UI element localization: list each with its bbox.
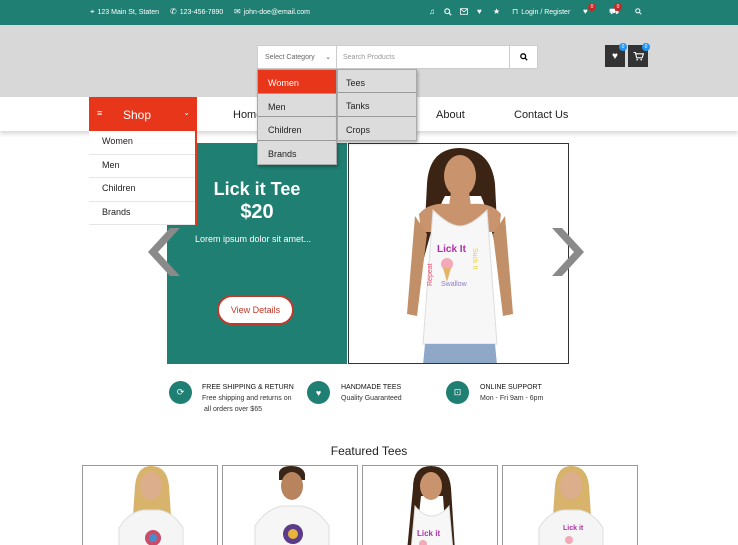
product-image <box>254 466 330 545</box>
top-bar: ⌖ 123 Main St, Staten ✆ 123-456-7890 ✉ j… <box>0 0 738 25</box>
shop-label: Shop <box>123 108 152 122</box>
product-card[interactable]: Lick it <box>362 465 498 545</box>
email-text[interactable]: john-doe@email.com <box>244 9 310 16</box>
wishlist-button[interactable]: ♥ 0 <box>605 43 627 67</box>
svg-text:Suck It: Suck It <box>471 248 478 269</box>
email-info[interactable]: ✉ john-doe@email.com <box>234 8 310 16</box>
shop-button[interactable]: ≡ Shop ⌄ <box>89 97 197 131</box>
svg-text:Lick it: Lick it <box>563 525 584 532</box>
category-option-brands[interactable]: Brands <box>258 141 336 165</box>
wishlist-top[interactable]: ♥ 0 <box>583 3 596 16</box>
search-input[interactable] <box>337 45 510 69</box>
search-bar: Select Category ⌄ <box>257 45 538 69</box>
cart-top[interactable]: ⛟ 0 <box>609 3 622 16</box>
location-icon: ⌖ <box>90 7 95 16</box>
feature-title: HANDMADE TEES <box>341 384 402 391</box>
product-image: Lick it <box>538 466 604 545</box>
search-icon <box>519 53 528 61</box>
slider-prev-arrow[interactable] <box>146 226 182 278</box>
product-image: Lick it <box>407 466 455 545</box>
category-select-label: Select Category <box>265 53 315 61</box>
refresh-icon: ⟳ <box>169 381 192 404</box>
search-button[interactable] <box>510 45 538 69</box>
phone-icon: ✆ <box>170 7 177 16</box>
svg-text:Repeat: Repeat <box>427 263 434 286</box>
category-option-women[interactable]: Women <box>258 70 336 94</box>
shop-menu-women[interactable]: Women <box>89 131 195 155</box>
category-select[interactable]: Select Category ⌄ <box>257 45 337 69</box>
support-icon: ⊡ <box>446 381 469 404</box>
slider-next-arrow[interactable] <box>550 226 586 278</box>
address-info: ⌖ 123 Main St, Staten <box>90 8 159 16</box>
wishlist-count-badge: 0 <box>619 43 627 51</box>
search-small-icon[interactable] <box>635 8 642 15</box>
feature-line: all orders over $65 <box>204 406 262 413</box>
mail-icon: ✉ <box>234 7 241 16</box>
cart-button[interactable]: 0 <box>628 43 650 67</box>
nav-contact[interactable]: Contact Us <box>514 109 568 121</box>
music-icon[interactable]: ♫ <box>429 8 435 16</box>
heart-icon: ♥ <box>612 50 618 62</box>
product-card[interactable] <box>222 465 358 545</box>
address-text: 123 Main St, Staten <box>97 8 159 16</box>
feature-line: Mon - Fri 9am - 6pm <box>480 395 544 402</box>
login-link[interactable]: ⊓ Login / Register <box>512 8 570 16</box>
view-details-button[interactable]: View Details <box>217 295 294 325</box>
chevron-down-icon: ⌄ <box>325 54 331 61</box>
cart-badge: 0 <box>614 3 622 11</box>
product-card[interactable]: Lick it <box>502 465 638 545</box>
phone-info[interactable]: ✆ 123-456-7890 <box>170 8 223 16</box>
message-icon[interactable] <box>460 8 468 15</box>
heart-icon[interactable]: ♥ <box>477 8 482 16</box>
shop-menu-children[interactable]: Children <box>89 178 195 202</box>
star-icon[interactable]: ★ <box>493 8 500 16</box>
shop-menu: Women Men Children Brands <box>89 131 197 225</box>
featured-title: Featured Tees <box>330 444 408 458</box>
subcategory-dropdown: Tees Tanks Crops <box>337 69 417 141</box>
product-card[interactable] <box>82 465 218 545</box>
category-dropdown: Women Men Children Brands <box>257 69 337 165</box>
svg-text:Swallow: Swallow <box>441 281 468 288</box>
wishlist-badge: 0 <box>588 3 596 11</box>
phone-text[interactable]: 123-456-7890 <box>180 9 224 16</box>
cart-count-badge: 0 <box>642 43 650 51</box>
feature-title: ONLINE SUPPORT <box>480 384 542 391</box>
feature-line: Free shipping and returns on <box>202 395 292 402</box>
shop-menu-men[interactable]: Men <box>89 155 195 178</box>
subcategory-option-tanks[interactable]: Tanks <box>338 93 416 117</box>
menu-icon: ≡ <box>97 108 103 118</box>
wishlist-heart-icon: ♥ 0 <box>583 3 596 16</box>
heart-icon: ♥ <box>307 381 330 404</box>
hero-product-image: Lick It Repeat Suck It Swallow <box>348 143 569 364</box>
cart-icon <box>633 51 644 61</box>
category-option-men[interactable]: Men <box>258 94 336 117</box>
category-option-children[interactable]: Children <box>258 117 336 141</box>
login-text[interactable]: Login / Register <box>521 9 570 16</box>
hero-description: Lorem ipsum dolor sit amet... <box>195 234 312 244</box>
subcategory-option-crops[interactable]: Crops <box>338 117 416 140</box>
shop-menu-brands[interactable]: Brands <box>89 202 195 225</box>
feature-line: Quality Guaranteed <box>341 395 402 402</box>
svg-text:Lick it: Lick it <box>417 529 440 538</box>
chevron-down-icon: ⌄ <box>183 108 190 117</box>
nav-about[interactable]: About <box>436 109 465 121</box>
cart-icon: ⛟ 0 <box>609 3 622 16</box>
subcategory-option-tees[interactable]: Tees <box>338 70 416 94</box>
model-tank-top-image: Lick It Repeat Suck It Swallow <box>349 144 568 363</box>
svg-text:Lick It: Lick It <box>437 244 467 255</box>
search-icon[interactable] <box>444 8 452 16</box>
product-image <box>118 466 184 545</box>
lock-icon: ⊓ <box>512 7 519 16</box>
feature-title: FREE SHIPPING & RETURN <box>202 384 294 391</box>
